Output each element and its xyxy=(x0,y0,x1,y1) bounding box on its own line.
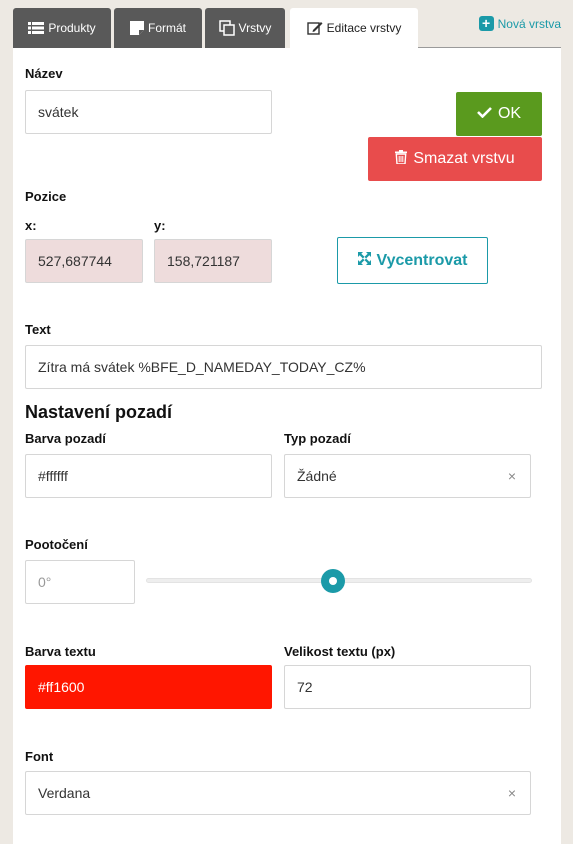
add-layer-label: Nová vrstva xyxy=(497,16,561,31)
center-label: Vycentrovat xyxy=(376,251,468,269)
y-input[interactable]: 158,721187 xyxy=(154,239,272,283)
check-icon xyxy=(477,105,492,123)
ok-label: OK xyxy=(497,105,522,122)
y-label: y: xyxy=(154,218,166,233)
x-input[interactable]: 527,687744 xyxy=(25,239,143,283)
text-size-value: 72 xyxy=(297,679,313,695)
text-color-label: Barva textu xyxy=(25,644,96,659)
bg-type-select[interactable]: Žádné × xyxy=(284,454,531,498)
tab-label: Produkty xyxy=(48,21,96,35)
clear-icon[interactable]: × xyxy=(508,468,516,484)
tab-bar: Produkty Formát Vrstvy Editace vrstvy + … xyxy=(13,8,561,50)
tab-label: Formát xyxy=(147,21,186,35)
copy-icon xyxy=(218,20,235,36)
text-color-input[interactable]: #ff1600 xyxy=(25,665,272,709)
edit-icon xyxy=(306,21,323,35)
delete-layer-label: Smazat vrstvu xyxy=(413,150,515,167)
rotation-input[interactable]: 0° xyxy=(25,560,135,604)
expand-icon xyxy=(357,251,371,270)
note-icon xyxy=(129,21,144,35)
x-value: 527,687744 xyxy=(38,253,112,269)
rotation-slider-knob[interactable] xyxy=(321,569,345,593)
rotation-placeholder: 0° xyxy=(38,574,52,590)
center-button[interactable]: Vycentrovat xyxy=(337,237,488,284)
text-color-value: #ff1600 xyxy=(38,679,85,695)
text-size-label: Velikost textu (px) xyxy=(284,644,396,659)
bg-color-input[interactable]: #ffffff xyxy=(25,454,272,498)
position-label: Pozice xyxy=(25,189,67,204)
tab-label: Vrstvy xyxy=(238,21,272,35)
list-icon xyxy=(28,22,45,34)
clear-icon[interactable]: × xyxy=(508,785,516,801)
bg-color-label: Barva pozadí xyxy=(25,431,106,446)
name-input[interactable]: svátek xyxy=(25,90,272,134)
bg-color-value: #ffffff xyxy=(38,468,68,484)
ok-button[interactable]: OK xyxy=(456,92,542,136)
bg-type-label: Typ pozadí xyxy=(284,431,351,446)
bg-section-title: Nastavení pozadí xyxy=(25,402,173,422)
text-size-input[interactable]: 72 xyxy=(284,665,531,709)
tab-editace-vrstvy[interactable]: Editace vrstvy xyxy=(290,8,418,50)
name-label: Název xyxy=(25,66,63,81)
tab-format[interactable]: Formát xyxy=(114,8,202,48)
font-select[interactable]: Verdana × xyxy=(25,771,531,815)
add-layer-button[interactable]: + Nová vrstva xyxy=(478,16,561,31)
rotation-label: Pootočení xyxy=(25,537,88,552)
y-value: 158,721187 xyxy=(167,253,240,269)
font-label: Font xyxy=(25,749,54,764)
x-label: x: xyxy=(25,218,37,233)
text-label: Text xyxy=(25,322,51,337)
bg-type-value: Žádné xyxy=(297,468,337,484)
text-input[interactable]: Zítra má svátek %BFE_D_NAMEDAY_TODAY_CZ% xyxy=(25,345,542,389)
name-value: svátek xyxy=(38,104,79,120)
text-value: Zítra má svátek %BFE_D_NAMEDAY_TODAY_CZ% xyxy=(38,359,366,375)
plus-icon: + xyxy=(478,16,494,31)
font-value: Verdana xyxy=(38,785,91,801)
tab-label: Editace vrstvy xyxy=(326,21,402,35)
delete-layer-button[interactable]: Smazat vrstvu xyxy=(368,137,542,181)
trash-icon xyxy=(395,149,408,169)
layer-edit-panel: Název svátek OK Smazat vrstvu Pozice x: … xyxy=(13,48,561,844)
tab-produkty[interactable]: Produkty xyxy=(13,8,111,48)
tab-vrstvy[interactable]: Vrstvy xyxy=(205,8,285,48)
